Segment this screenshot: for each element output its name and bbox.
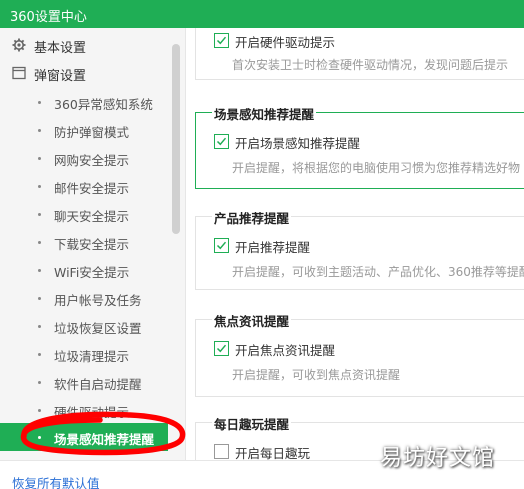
sidebar-item-label: 聊天安全提示 bbox=[54, 209, 130, 224]
checkbox-label: 开启硬件驱动提示 bbox=[235, 35, 336, 50]
sidebar-item-shopping[interactable]: 网购安全提示 bbox=[0, 144, 168, 172]
checkbox[interactable] bbox=[214, 238, 229, 253]
sidebar-item-chat[interactable]: 聊天安全提示 bbox=[0, 200, 168, 228]
section-title: 每日趣玩提醒 bbox=[212, 414, 292, 433]
sidebar-item-scene-recommend[interactable]: 场景感知推荐提醒 bbox=[0, 423, 168, 451]
bullet bbox=[38, 436, 41, 439]
bullet bbox=[38, 325, 41, 328]
section-product-recommend: 产品推荐提醒 开启推荐提醒 开启提醒，可收到主题活动、产品优化、360推荐等提醒 bbox=[195, 208, 524, 290]
checkmark-icon bbox=[216, 137, 227, 146]
checkbox[interactable] bbox=[214, 33, 229, 48]
sidebar-item-label: 防护弹窗模式 bbox=[54, 125, 130, 140]
sidebar-item-label: 用户帐号及任务 bbox=[54, 293, 142, 308]
sidebar-item-label: WiFi安全提示 bbox=[54, 265, 130, 280]
sidebar-item-mail[interactable]: 邮件安全提示 bbox=[0, 172, 168, 200]
title-bar: 360设置中心 bbox=[0, 0, 524, 28]
sidebar-item-download[interactable]: 下载安全提示 bbox=[0, 228, 168, 256]
bullet bbox=[38, 129, 41, 132]
sidebar-item-anomaly[interactable]: 360异常感知系统 bbox=[0, 88, 168, 116]
bullet bbox=[38, 101, 41, 104]
sidebar-item-protection-mode[interactable]: 防护弹窗模式 bbox=[0, 116, 168, 144]
checkbox[interactable] bbox=[214, 444, 229, 459]
bullet bbox=[38, 269, 41, 272]
sidebar-item-cleanup[interactable]: 垃圾清理提示 bbox=[0, 340, 168, 368]
sidebar-category-basic[interactable]: 基本设置 bbox=[0, 31, 168, 59]
section-description: 开启提醒，将根据您的电脑使用习惯为您推荐精选好物 bbox=[232, 161, 521, 175]
section-description: 开启提醒，可收到主题活动、产品优化、360推荐等提醒 bbox=[232, 265, 524, 279]
sidebar-category-label: 弹窗设置 bbox=[34, 69, 87, 84]
section-title: 产品推荐提醒 bbox=[212, 208, 292, 227]
sidebar-item-account[interactable]: 用户帐号及任务 bbox=[0, 284, 168, 312]
sidebar-scroll-thumb[interactable] bbox=[172, 44, 180, 234]
sidebar-category-popup[interactable]: 弹窗设置 bbox=[0, 59, 168, 87]
sidebar-item-label: 垃圾恢复区设置 bbox=[54, 321, 142, 336]
sidebar-item-autostart[interactable]: 软件自启动提醒 bbox=[0, 368, 168, 396]
watermark-text: 易坊好文馆 bbox=[380, 446, 496, 471]
window-icon bbox=[12, 66, 26, 80]
section-scene-recommend: 场景感知推荐提醒 开启场景感知推荐提醒 开启提醒，将根据您的电脑使用习惯为您推荐… bbox=[195, 104, 524, 189]
sidebar-item-label: 垃圾清理提示 bbox=[54, 349, 130, 364]
bullet bbox=[38, 213, 41, 216]
bullet bbox=[38, 409, 41, 412]
sidebar-item-recycle[interactable]: 垃圾恢复区设置 bbox=[0, 312, 168, 340]
settings-panel: 开启硬件驱动提示 首次安装卫士时检查硬件驱动情况，发现问题后提示 场景感知推荐提… bbox=[187, 28, 524, 460]
sidebar-item-label: 场景感知推荐提醒 bbox=[54, 432, 155, 447]
checkbox[interactable] bbox=[214, 134, 229, 149]
checkbox[interactable] bbox=[214, 341, 229, 356]
sidebar-item-label: 邮件安全提示 bbox=[54, 181, 130, 196]
sidebar-category-label: 基本设置 bbox=[34, 41, 87, 56]
section-description: 首次安装卫士时检查硬件驱动情况，发现问题后提示 bbox=[232, 58, 509, 72]
bullet bbox=[38, 381, 41, 384]
window-title: 360设置中心 bbox=[10, 10, 87, 25]
section-title: 焦点资讯提醒 bbox=[212, 311, 292, 330]
bullet bbox=[38, 185, 41, 188]
bullet bbox=[38, 157, 41, 160]
sidebar-item-label: 网购安全提示 bbox=[54, 153, 130, 168]
sidebar-item-driver[interactable]: 硬件驱动提示 bbox=[0, 396, 168, 424]
bullet bbox=[38, 241, 41, 244]
sidebar-item-label: 下载安全提示 bbox=[54, 237, 130, 252]
section-description: 开启提醒，可收到焦点资讯提醒 bbox=[232, 368, 401, 382]
bullet bbox=[38, 353, 41, 356]
section-title: 场景感知推荐提醒 bbox=[212, 104, 317, 123]
sidebar: 基本设置 弹窗设置 360异常感知系统 防护弹窗模式 网购安全提示 邮件安全提示… bbox=[0, 28, 186, 460]
checkbox-label: 开启每日趣玩 bbox=[235, 446, 311, 460]
checkbox-label: 开启场景感知推荐提醒 bbox=[235, 136, 361, 151]
sidebar-item-label: 360异常感知系统 bbox=[54, 97, 153, 112]
bullet bbox=[38, 297, 41, 300]
checkbox-label: 开启焦点资讯提醒 bbox=[235, 343, 336, 358]
restore-defaults-link[interactable]: 恢复所有默认值 bbox=[12, 473, 100, 489]
checkmark-icon bbox=[216, 344, 227, 353]
checkbox-label: 开启推荐提醒 bbox=[235, 240, 311, 255]
checkmark-icon bbox=[216, 241, 227, 250]
section-driver: 开启硬件驱动提示 首次安装卫士时检查硬件驱动情况，发现问题后提示 bbox=[195, 28, 524, 80]
section-focus-news: 焦点资讯提醒 开启焦点资讯提醒 开启提醒，可收到焦点资讯提醒 bbox=[195, 311, 524, 397]
gear-icon bbox=[12, 38, 26, 52]
sidebar-item-wifi[interactable]: WiFi安全提示 bbox=[0, 256, 168, 284]
sidebar-item-label: 软件自启动提醒 bbox=[54, 377, 142, 392]
sidebar-item-label: 硬件驱动提示 bbox=[54, 405, 130, 420]
checkmark-icon bbox=[216, 36, 227, 45]
